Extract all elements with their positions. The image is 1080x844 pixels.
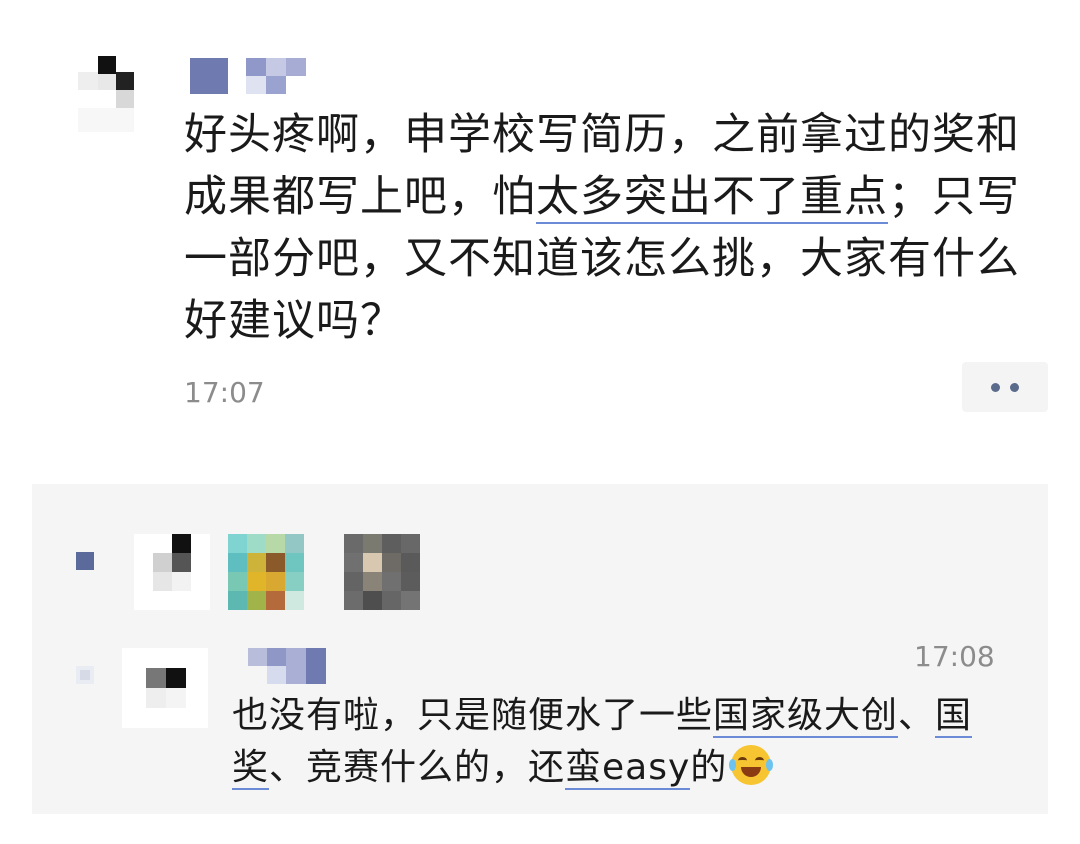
post-author-avatar[interactable] — [78, 56, 134, 132]
comment-time: 17:08 — [914, 640, 995, 673]
more-actions-button[interactable] — [962, 362, 1048, 412]
like-icon — [76, 552, 94, 570]
comment-text-part-5: 、竞赛什么的，还 — [269, 747, 566, 788]
post-time: 17:07 — [184, 376, 265, 409]
comment-text-part-7: 的 — [690, 747, 728, 788]
comment-keyword-link-3[interactable]: 蛮easy — [565, 747, 691, 790]
commenter-avatar[interactable] — [122, 648, 208, 728]
post-author-name[interactable] — [190, 56, 308, 96]
comment-icon — [76, 666, 94, 684]
liker-avatar-2[interactable] — [228, 534, 304, 610]
laughing-tears-emoji-icon — [729, 745, 774, 785]
comment-text: 也没有啦，只是随便水了一些国家级大创、国奖、竞赛什么的，还蛮easy的 — [232, 690, 1032, 794]
more-dots-icon — [991, 382, 1000, 392]
comment-text-part-1: 也没有啦，只是随便水了一些 — [232, 695, 714, 736]
post-text: 好头疼啊，申学校写简历，之前拿过的奖和成果都写上吧，怕太多突出不了重点；只写一部… — [184, 104, 1024, 352]
comment-keyword-link-1[interactable]: 国家级大创 — [713, 695, 899, 738]
post-keyword-link[interactable]: 太多突出不了重点 — [536, 172, 888, 224]
more-dots-icon — [1010, 382, 1019, 392]
comment-text-part-3: 、 — [898, 695, 936, 736]
liker-avatar-1[interactable] — [134, 534, 210, 610]
commenter-name[interactable] — [248, 648, 326, 684]
liker-avatar-3[interactable] — [344, 534, 420, 610]
